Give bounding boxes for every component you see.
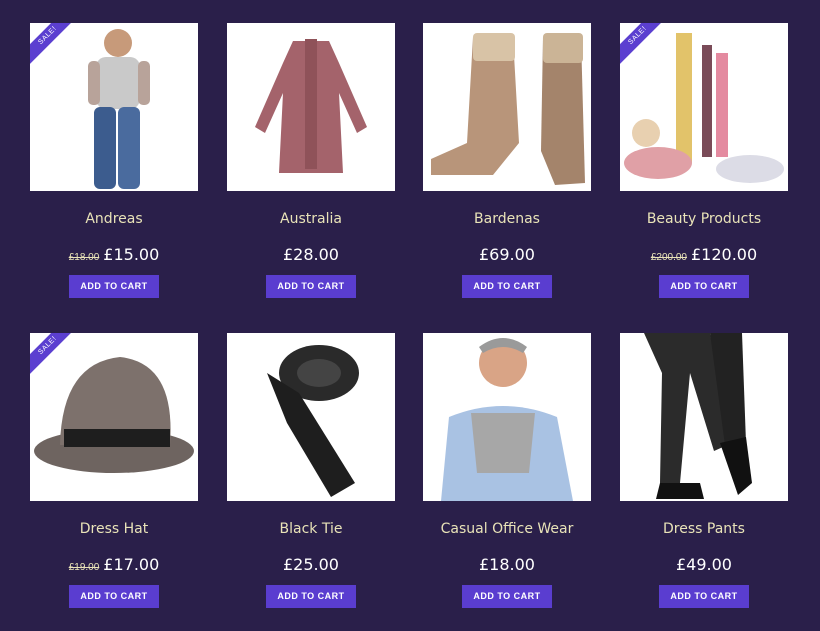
product-name[interactable]: Dress Hat [30, 519, 198, 539]
current-price: £28.00 [283, 245, 339, 264]
add-to-cart-button[interactable]: ADD TO CART [69, 585, 159, 608]
product-card-beauty-products: SALE! Beauty Products £200.00 £120.00 ADD… [620, 23, 788, 298]
product-name[interactable]: Black Tie [227, 519, 395, 539]
product-name[interactable]: Dress Pants [620, 519, 788, 539]
product-image-casual-office-wear[interactable] [423, 333, 591, 501]
knit-coat-image-icon [255, 39, 367, 173]
old-price: £18.00 [68, 252, 100, 263]
add-to-cart-button[interactable]: ADD TO CART [462, 275, 552, 298]
current-price: £18.00 [479, 555, 535, 574]
current-price: £49.00 [676, 555, 732, 574]
pants-image-icon [644, 333, 752, 499]
current-price: £69.00 [479, 245, 535, 264]
product-image-bardenas[interactable] [423, 23, 591, 191]
product-card-australia: Australia £28.00 ADD TO CART [227, 23, 395, 298]
product-image-black-tie[interactable] [227, 333, 395, 501]
product-price: £28.00 [227, 245, 395, 265]
boots-image-icon [431, 33, 585, 185]
product-name[interactable]: Bardenas [423, 209, 591, 229]
product-price: £200.00 £120.00 [620, 245, 788, 265]
product-image-dress-hat[interactable]: SALE! [30, 333, 198, 501]
old-price: £200.00 [650, 252, 687, 263]
add-to-cart-button[interactable]: ADD TO CART [462, 585, 552, 608]
product-card-dress-pants: Dress Pants £49.00 ADD TO CART [620, 333, 788, 608]
product-image-beauty-products[interactable]: SALE! [620, 23, 788, 191]
current-price: £25.00 [283, 555, 339, 574]
man-casual-image-icon [88, 29, 150, 189]
old-price: £19.00 [68, 562, 100, 573]
product-card-dress-hat: SALE! Dress Hat £19.00 £17.00 ADD TO CART [30, 333, 198, 608]
current-price: £17.00 [103, 555, 160, 574]
product-name[interactable]: Casual Office Wear [423, 519, 591, 539]
man-office-image-icon [441, 338, 573, 501]
product-card-bardenas: Bardenas £69.00 ADD TO CART [423, 23, 591, 298]
add-to-cart-button[interactable]: ADD TO CART [659, 275, 749, 298]
add-to-cart-button[interactable]: ADD TO CART [266, 585, 356, 608]
product-name[interactable]: Beauty Products [620, 209, 788, 229]
current-price: £15.00 [103, 245, 160, 264]
product-price: £19.00 £17.00 [30, 555, 198, 575]
current-price: £120.00 [690, 245, 758, 264]
cosmetics-image-icon [624, 33, 784, 183]
product-image-australia[interactable] [227, 23, 395, 191]
product-price: £49.00 [620, 555, 788, 575]
hat-image-icon [34, 357, 194, 473]
product-card-black-tie: Black Tie £25.00 ADD TO CART [227, 333, 395, 608]
product-image-dress-pants[interactable] [620, 333, 788, 501]
product-card-casual-office-wear: Casual Office Wear £18.00 ADD TO CART [423, 333, 591, 608]
add-to-cart-button[interactable]: ADD TO CART [659, 585, 749, 608]
add-to-cart-button[interactable]: ADD TO CART [69, 275, 159, 298]
product-image-andreas[interactable]: SALE! [30, 23, 198, 191]
tie-image-icon [267, 345, 359, 497]
product-price: £69.00 [423, 245, 591, 265]
product-price: £18.00 £15.00 [30, 245, 198, 265]
product-name[interactable]: Australia [227, 209, 395, 229]
product-name[interactable]: Andreas [30, 209, 198, 229]
add-to-cart-button[interactable]: ADD TO CART [266, 275, 356, 298]
product-card-andreas: SALE! Andreas £18.00 £15.00 ADD TO CART [30, 23, 198, 298]
product-price: £18.00 [423, 555, 591, 575]
product-price: £25.00 [227, 555, 395, 575]
